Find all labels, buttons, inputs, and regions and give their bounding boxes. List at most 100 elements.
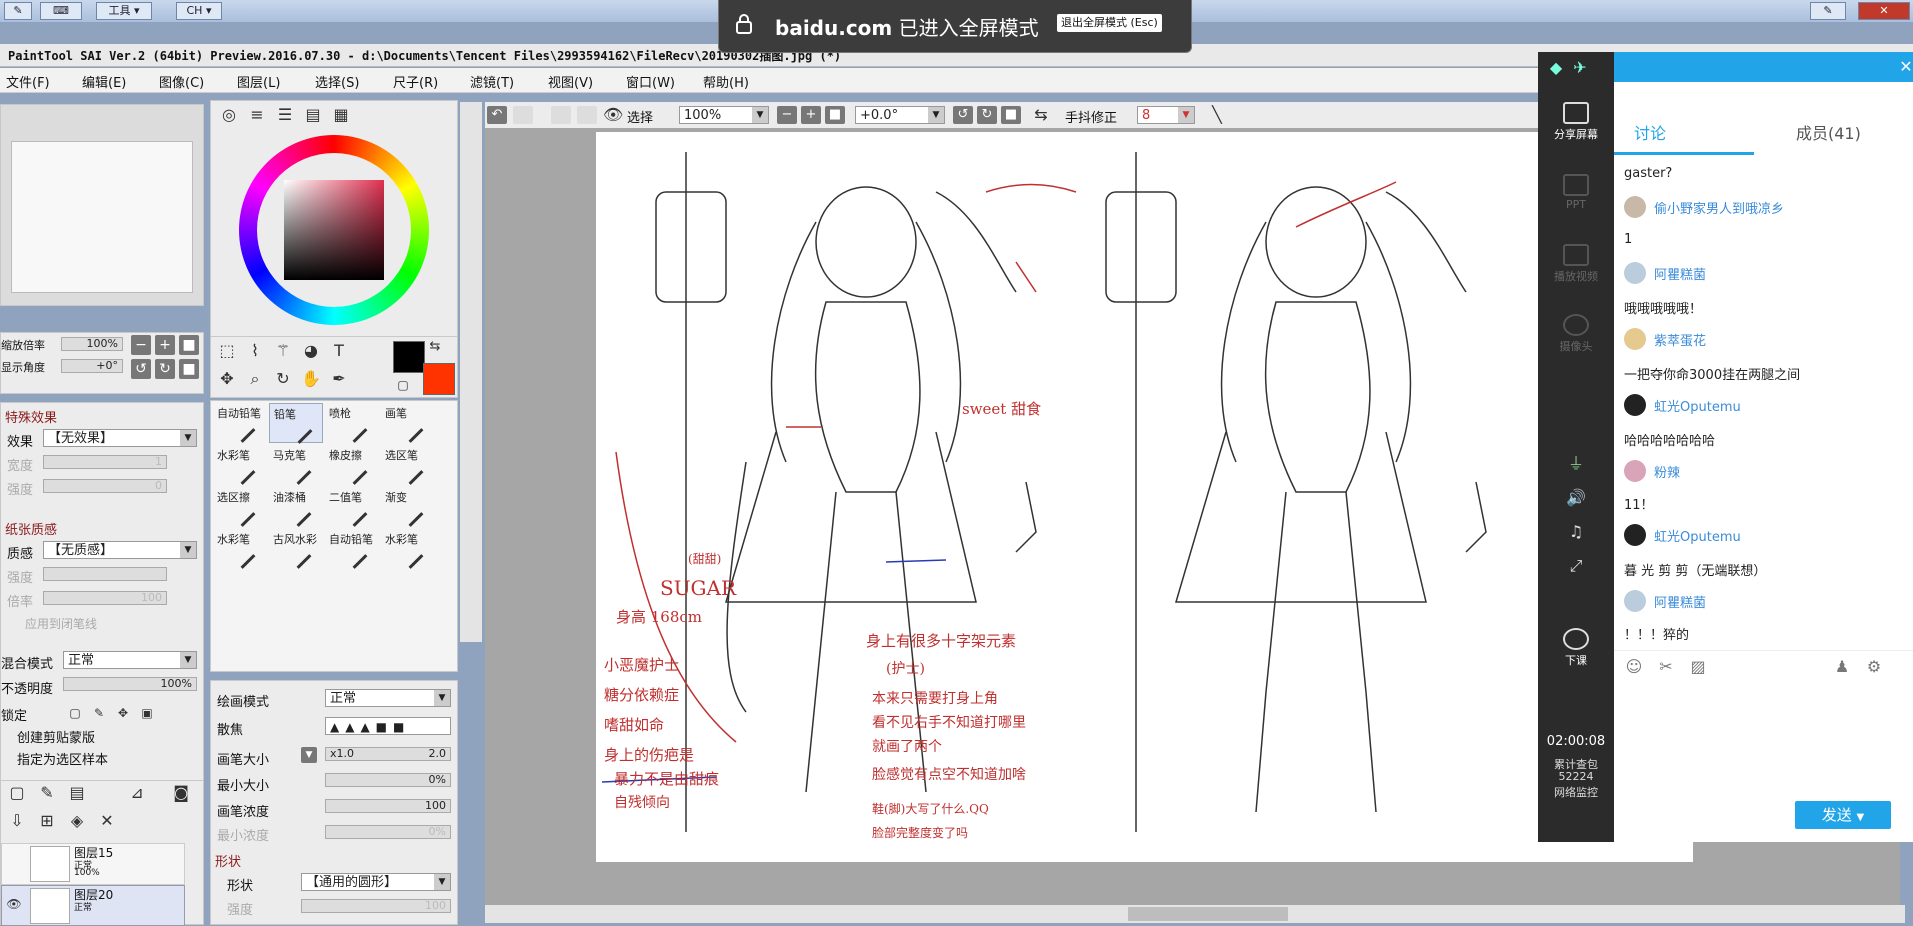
- opacity-slider[interactable]: 100%: [63, 677, 197, 691]
- rotate-left-button[interactable]: ↺: [131, 359, 151, 379]
- hsv-slider-tab-icon[interactable]: ☰: [275, 105, 295, 125]
- emoji-icon[interactable]: ☺: [1624, 657, 1644, 677]
- eye-icon[interactable]: 👁: [4, 894, 24, 914]
- message-sender[interactable]: 阿瞿糕菌: [1654, 592, 1706, 611]
- brush-cell[interactable]: 自动铅笔: [213, 403, 265, 443]
- new-folder-icon[interactable]: ▤: [67, 783, 87, 803]
- rect-select-icon[interactable]: ⬚: [217, 341, 237, 361]
- foreground-color-swatch[interactable]: [393, 341, 425, 373]
- message-sender[interactable]: 虹光Oputemu: [1654, 526, 1741, 545]
- texture-strength-slider[interactable]: [43, 567, 167, 581]
- line-tool-icon[interactable]: ╲: [1207, 105, 1227, 125]
- text-icon[interactable]: T: [329, 341, 349, 361]
- menu-image[interactable]: 图像(C): [159, 72, 204, 91]
- pen-icon[interactable]: ✎: [4, 2, 32, 20]
- tool-panel-scrollbar[interactable]: [460, 102, 482, 642]
- texture-scale-slider[interactable]: 100: [43, 591, 167, 605]
- ppt-button[interactable]: PPT: [1538, 174, 1614, 211]
- gear-icon[interactable]: ⚙: [1864, 657, 1884, 677]
- menu-view[interactable]: 视图(V): [548, 72, 593, 91]
- focus-shape-selector[interactable]: ▲▲▲■■: [325, 717, 451, 735]
- hand-icon[interactable]: ✋: [301, 369, 321, 389]
- swap-colors-icon[interactable]: ⇆: [425, 337, 445, 357]
- keyboard-icon[interactable]: ⌨: [40, 2, 82, 20]
- layer-row-selected[interactable]: 👁 图层20 正常: [1, 885, 185, 926]
- exit-fullscreen-button[interactable]: 退出全屏模式 (Esc): [1057, 14, 1162, 32]
- angle-slider[interactable]: +0°: [61, 359, 123, 373]
- shape-dropdown[interactable]: 【通用的圆形】 ▼: [301, 873, 451, 891]
- camera-button[interactable]: 摄像头: [1538, 314, 1614, 354]
- menu-filter[interactable]: 滤镜(T): [470, 72, 514, 91]
- rotate-ccw-icon[interactable]: ↺: [953, 106, 973, 124]
- selection-source-label[interactable]: 指定为选区样本: [17, 749, 108, 768]
- zoom-in-icon[interactable]: +: [801, 106, 821, 124]
- brush-cell[interactable]: 自动铅笔: [325, 529, 377, 569]
- brush-cell[interactable]: 选区笔: [381, 445, 433, 485]
- rotate-icon[interactable]: ↻: [273, 369, 293, 389]
- transparent-color-icon[interactable]: ▢: [393, 375, 413, 395]
- brush-cell[interactable]: 渐变: [381, 487, 433, 527]
- min-size-slider[interactable]: 0%: [325, 773, 451, 787]
- zoom-out-icon[interactable]: −: [777, 106, 797, 124]
- zoom-in-button[interactable]: +: [155, 335, 175, 355]
- brush-cell[interactable]: 选区擦: [213, 487, 265, 527]
- send-plane-icon[interactable]: ✈: [1570, 58, 1590, 78]
- artwork-canvas[interactable]: (甜甜) SUGAR 身高 168cm 小恶魔护士 糖分依赖症 嗜甜如命 身上的…: [596, 132, 1693, 862]
- message-sender[interactable]: 虹光Oputemu: [1654, 396, 1741, 415]
- flip-icon[interactable]: ⇆: [1031, 105, 1051, 125]
- color-wheel-tab-icon[interactable]: ◎: [219, 105, 239, 125]
- brush-cell-selected[interactable]: 铅笔: [269, 403, 323, 444]
- redo-icon[interactable]: [513, 106, 533, 124]
- lock-draw-icon[interactable]: ✎: [89, 703, 109, 723]
- rgb-slider-tab-icon[interactable]: ≡: [247, 105, 267, 125]
- zoom-icon[interactable]: ⌕: [245, 369, 265, 389]
- new-layer-icon[interactable]: ▢: [7, 783, 27, 803]
- add-layer-icon[interactable]: ⊞: [37, 811, 57, 831]
- microphone-icon[interactable]: ⏚: [1566, 454, 1586, 474]
- zoom-out-button[interactable]: −: [131, 335, 151, 355]
- navigator-panel[interactable]: [0, 104, 204, 306]
- menu-file[interactable]: 文件(F): [6, 72, 50, 91]
- layer-row[interactable]: 图层15 正常 100%: [1, 843, 185, 885]
- shape-icon[interactable]: ◕: [301, 341, 321, 361]
- clipping-mask-label[interactable]: 创建剪贴蒙版: [17, 727, 95, 746]
- magic-wand-icon[interactable]: ⚚: [273, 341, 293, 361]
- shield-icon[interactable]: ◆: [1546, 58, 1566, 78]
- texture-dropdown[interactable]: 【无质感】 ▼: [43, 541, 197, 559]
- edit-icon[interactable]: ✎: [1810, 2, 1846, 20]
- rotate-reset-icon[interactable]: ■: [1001, 106, 1021, 124]
- background-color-swatch[interactable]: [423, 363, 455, 395]
- user-manage-icon[interactable]: ♟: [1832, 657, 1852, 677]
- menu-window[interactable]: 窗口(W): [626, 72, 675, 91]
- end-class-button[interactable]: 下课: [1538, 628, 1614, 668]
- rotate-right-button[interactable]: ↻: [155, 359, 175, 379]
- menu-help[interactable]: 帮助(H): [703, 72, 749, 91]
- shape-strength-slider[interactable]: 100: [301, 899, 451, 913]
- avatar[interactable]: [1624, 196, 1646, 218]
- close-icon[interactable]: ✕: [1896, 57, 1913, 77]
- invert-selection-icon[interactable]: [577, 106, 597, 124]
- lock-move-icon[interactable]: ✥: [113, 703, 133, 723]
- zoom-slider[interactable]: 100%: [61, 337, 123, 351]
- avatar[interactable]: [1624, 460, 1646, 482]
- move-icon[interactable]: ✥: [217, 369, 237, 389]
- image-icon[interactable]: ▨: [1688, 657, 1708, 677]
- effect-dropdown[interactable]: 【无效果】 ▼: [43, 429, 197, 447]
- avatar[interactable]: [1624, 590, 1646, 612]
- avatar[interactable]: [1624, 328, 1646, 350]
- avatar[interactable]: [1624, 524, 1646, 546]
- brush-cell[interactable]: 马克笔: [269, 445, 321, 485]
- color-wheel[interactable]: [239, 135, 429, 325]
- brush-cell[interactable]: 水彩笔: [381, 529, 433, 569]
- swatch-tab-icon[interactable]: ▤: [303, 105, 323, 125]
- rotate-reset-button[interactable]: ■: [179, 359, 199, 379]
- undo-icon[interactable]: ↶: [487, 106, 507, 124]
- brush-cell[interactable]: 喷枪: [325, 403, 377, 443]
- brush-cell[interactable]: 水彩笔: [213, 445, 265, 485]
- chevron-down-icon[interactable]: ▼: [1857, 812, 1865, 823]
- menu-edit[interactable]: 编辑(E): [82, 72, 126, 91]
- min-density-slider[interactable]: 0%: [325, 825, 451, 839]
- scratchpad-tab-icon[interactable]: ▦: [331, 105, 351, 125]
- apply-closed-line-label[interactable]: 应用到闭笔线: [25, 615, 97, 632]
- menu-select[interactable]: 选择(S): [315, 72, 359, 91]
